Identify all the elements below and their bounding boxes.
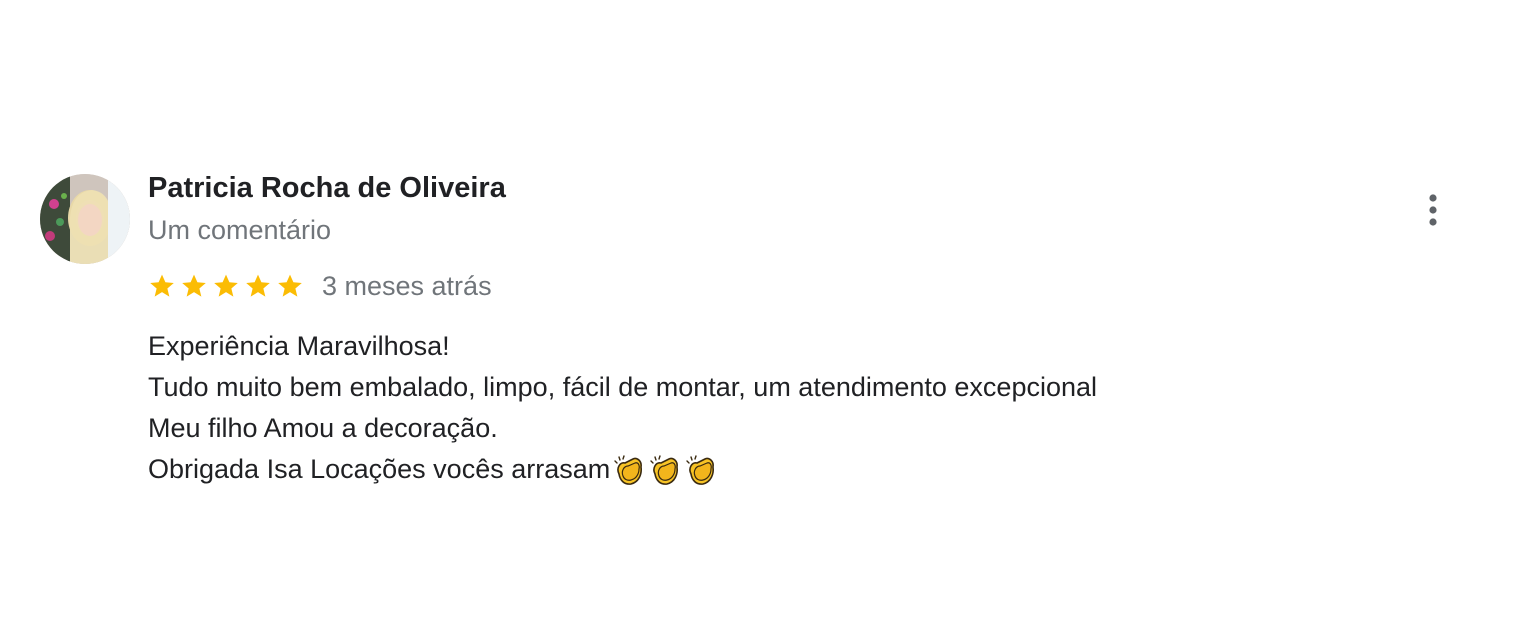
review-time: 3 meses atrás: [322, 270, 492, 301]
emoji-group: [612, 454, 718, 488]
star-icon: [278, 274, 302, 297]
review-text-line: Experiência Maravilhosa!: [148, 331, 450, 361]
star-rating: [148, 272, 304, 300]
clapping-hands-emoji: [614, 455, 643, 485]
star-icon: [150, 274, 174, 297]
review-text-line: Tudo muito bem embalado, limpo, fácil de…: [148, 372, 1098, 402]
clapping-hands-emoji: [650, 455, 679, 485]
star-icon: [182, 274, 206, 297]
more-options-button[interactable]: [1416, 190, 1450, 230]
review-card: Patricia Rocha de Oliveira Um comentário…: [0, 0, 1536, 640]
clapping-hands-emoji: [686, 455, 715, 485]
review-text-line-last: Obrigada Isa Locações vocês arrasam: [148, 449, 1388, 490]
review-text-line: Meu filho Amou a decoração.: [148, 413, 498, 443]
review-text: Experiência Maravilhosa! Tudo muito bem …: [148, 326, 1388, 490]
avatar-photo: [40, 174, 130, 264]
vertical-dots-icon: [1429, 194, 1437, 226]
author-name[interactable]: Patricia Rocha de Oliveira: [148, 172, 506, 205]
avatar[interactable]: [40, 174, 130, 264]
review-count: Um comentário: [148, 215, 332, 245]
star-icon: [246, 274, 270, 297]
star-icon: [214, 274, 238, 297]
review-text-line-text: Obrigada Isa Locações vocês arrasam: [148, 454, 611, 484]
rating-row: 3 meses atrás: [148, 268, 492, 304]
